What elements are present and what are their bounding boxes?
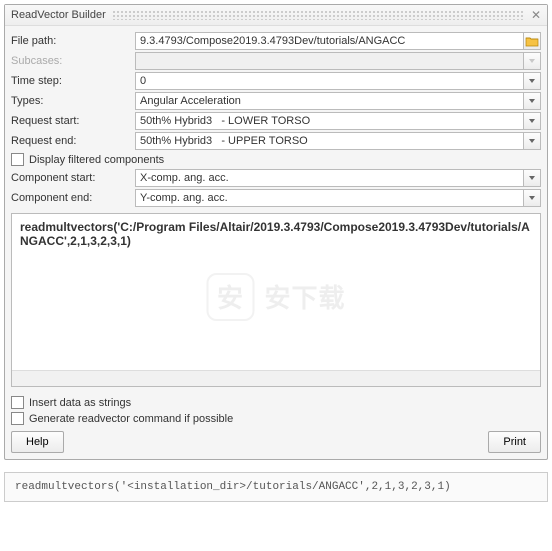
timestep-dropdown[interactable] (523, 72, 541, 90)
horizontal-scrollbar[interactable] (12, 370, 540, 386)
component-start-label: Component start: (11, 172, 135, 184)
component-start-input[interactable] (135, 169, 524, 187)
request-end-dropdown[interactable] (523, 132, 541, 150)
help-button[interactable]: Help (11, 431, 64, 453)
component-start-dropdown[interactable] (523, 169, 541, 187)
chevron-down-icon (529, 79, 535, 83)
request-start-label: Request start: (11, 115, 135, 127)
chevron-down-icon (529, 176, 535, 180)
display-filtered-label: Display filtered components (29, 154, 164, 166)
component-end-input[interactable] (135, 189, 524, 207)
titlebar-grip[interactable] (112, 10, 525, 20)
generate-readvector-label: Generate readvector command if possible (29, 413, 233, 425)
filepath-label: File path: (11, 35, 135, 47)
chevron-down-icon (529, 99, 535, 103)
filepath-input[interactable] (135, 32, 524, 50)
chevron-down-icon (529, 196, 535, 200)
timestep-input[interactable] (135, 72, 524, 90)
types-input[interactable] (135, 92, 524, 110)
chevron-down-icon (529, 139, 535, 143)
generated-code-text: readmultvectors('C:/Program Files/Altair… (20, 220, 530, 248)
component-end-dropdown[interactable] (523, 189, 541, 207)
dialog-title: ReadVector Builder (11, 9, 106, 21)
request-end-label: Request end: (11, 135, 135, 147)
subcases-dropdown (523, 52, 541, 70)
folder-icon (525, 35, 539, 47)
display-filtered-checkbox[interactable] (11, 153, 24, 166)
timestep-label: Time step: (11, 75, 135, 87)
watermark: 安安下载 (206, 273, 345, 321)
component-end-label: Component end: (11, 192, 135, 204)
close-icon[interactable]: ✕ (531, 9, 541, 21)
generated-code-area[interactable]: readmultvectors('C:/Program Files/Altair… (11, 213, 541, 387)
chevron-down-icon (529, 119, 535, 123)
request-end-input[interactable] (135, 132, 524, 150)
titlebar[interactable]: ReadVector Builder ✕ (5, 5, 547, 26)
readvector-builder-dialog: ReadVector Builder ✕ File path: Subcases… (4, 4, 548, 460)
request-start-dropdown[interactable] (523, 112, 541, 130)
types-label: Types: (11, 95, 135, 107)
print-button[interactable]: Print (488, 431, 541, 453)
console-output: readmultvectors('<installation_dir>/tuto… (4, 472, 548, 502)
browse-button[interactable] (523, 32, 541, 50)
request-start-input[interactable] (135, 112, 524, 130)
subcases-input (135, 52, 524, 70)
subcases-label: Subcases: (11, 55, 135, 67)
console-output-text: readmultvectors('<installation_dir>/tuto… (15, 481, 451, 493)
types-dropdown[interactable] (523, 92, 541, 110)
insert-strings-checkbox[interactable] (11, 396, 24, 409)
generate-readvector-checkbox[interactable] (11, 412, 24, 425)
insert-strings-label: Insert data as strings (29, 397, 131, 409)
